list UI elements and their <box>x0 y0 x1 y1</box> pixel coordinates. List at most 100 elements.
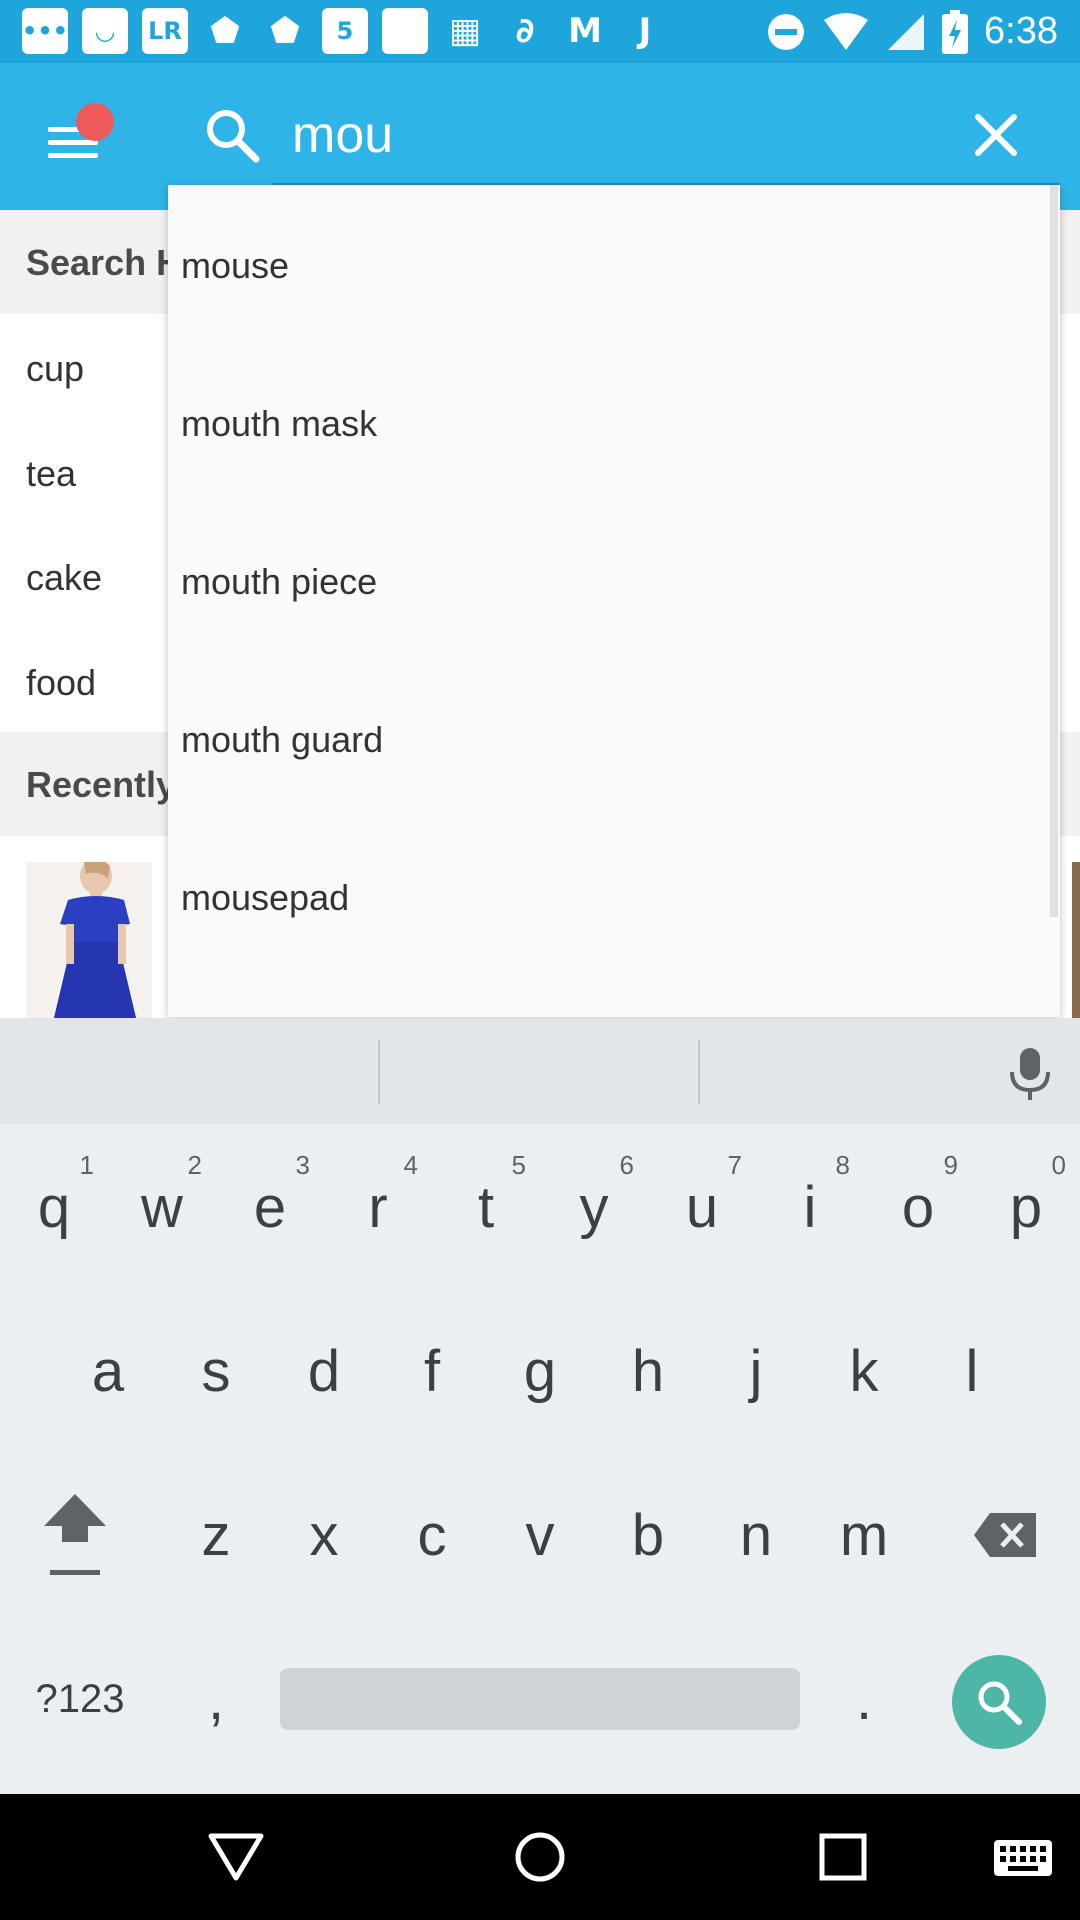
key-label: a <box>91 1338 125 1404</box>
key-label: z <box>201 1502 231 1568</box>
notification-dot <box>76 103 114 141</box>
backspace-icon <box>974 1513 1036 1557</box>
five-app-label: 5 <box>336 17 354 45</box>
key-label: x <box>309 1502 339 1568</box>
key-h[interactable]: h <box>594 1296 702 1446</box>
history-item[interactable]: cup <box>26 348 84 390</box>
key-f[interactable]: f <box>378 1296 486 1446</box>
key-e[interactable]: e3 <box>216 1132 324 1282</box>
suggestion-item[interactable]: mouth guard <box>168 659 1048 817</box>
key-label: h <box>631 1338 665 1404</box>
key-label: o <box>901 1174 935 1240</box>
key-hint: 9 <box>943 1150 958 1180</box>
key-d[interactable]: d <box>270 1296 378 1446</box>
key-p[interactable]: p0 <box>972 1132 1080 1282</box>
symbols-label: ?123 <box>35 1676 125 1721</box>
key-w[interactable]: w2 <box>108 1132 216 1282</box>
key-label: q <box>37 1174 71 1240</box>
key-hint: 1 <box>79 1150 94 1180</box>
key-label: i <box>803 1174 817 1240</box>
key-label: v <box>525 1502 555 1568</box>
home-icon[interactable] <box>505 1822 575 1892</box>
key-label: u <box>685 1174 719 1240</box>
backspace-key[interactable] <box>950 1460 1060 1610</box>
back-icon[interactable] <box>201 1822 271 1892</box>
dropdown-scrollbar[interactable] <box>1050 185 1058 917</box>
key-hint: 4 <box>403 1150 418 1180</box>
space-key[interactable] <box>280 1668 800 1730</box>
key-label: l <box>965 1338 979 1404</box>
key-hint: 8 <box>835 1150 850 1180</box>
recent-product-thumbnail[interactable] <box>26 862 152 1018</box>
key-i[interactable]: i8 <box>756 1132 864 1282</box>
key-t[interactable]: t5 <box>432 1132 540 1282</box>
key-q[interactable]: q1 <box>0 1132 108 1282</box>
key-label: d <box>307 1338 341 1404</box>
search-icon <box>978 1681 1022 1725</box>
j-app-label: J <box>638 11 652 51</box>
close-icon[interactable] <box>966 105 1026 165</box>
key-label: y <box>579 1174 609 1240</box>
history-item[interactable]: food <box>26 662 96 704</box>
strip-divider <box>698 1040 700 1104</box>
recent-product-thumbnail-edge <box>1072 862 1080 1018</box>
status-bar: ••• ◡ LR ⬟ ⬟ 5 ▦ ∂ M J 6:38 <box>0 0 1080 63</box>
key-b[interactable]: b <box>594 1460 702 1610</box>
key-o[interactable]: o9 <box>864 1132 972 1282</box>
search-action-key[interactable] <box>952 1655 1046 1749</box>
period-key[interactable]: . <box>810 1624 918 1774</box>
shift-icon <box>44 1494 106 1575</box>
key-j[interactable]: j <box>702 1296 810 1446</box>
search-input[interactable] <box>292 95 932 175</box>
key-v[interactable]: v <box>486 1460 594 1610</box>
shift-key[interactable] <box>20 1460 130 1610</box>
j-app-icon: J <box>622 8 668 54</box>
search-icon <box>207 110 260 163</box>
key-label: m <box>839 1502 889 1568</box>
link-app-icon: ∂ <box>515 11 535 51</box>
lr-app-label: LR <box>148 17 182 45</box>
menu-line <box>48 153 98 158</box>
period-label: . <box>855 1666 873 1732</box>
key-label: r <box>368 1174 388 1240</box>
chat-icon: ••• <box>22 8 68 54</box>
key-y[interactable]: y6 <box>540 1132 648 1282</box>
do-not-disturb-icon <box>768 13 805 50</box>
key-a[interactable]: a <box>54 1296 162 1446</box>
key-label: k <box>849 1338 879 1404</box>
keyboard-switch-icon[interactable] <box>990 1822 1056 1892</box>
suggestion-item[interactable]: mouth mask <box>168 343 1048 501</box>
key-g[interactable]: g <box>486 1296 594 1446</box>
recents-icon[interactable] <box>808 1822 878 1892</box>
menu-button[interactable] <box>40 103 114 169</box>
smile-app-icon: ◡ <box>82 8 128 54</box>
drive-icon: ⬟ <box>270 11 300 51</box>
microphone-icon[interactable] <box>1000 1044 1060 1104</box>
key-x[interactable]: x <box>270 1460 378 1610</box>
key-hint: 0 <box>1051 1150 1066 1180</box>
key-l[interactable]: l <box>918 1296 1026 1446</box>
key-label: g <box>523 1338 557 1404</box>
key-hint: 6 <box>619 1150 634 1180</box>
suggestion-label: mouth mask <box>181 403 378 444</box>
key-label: c <box>417 1502 447 1568</box>
suggestion-item[interactable]: mouse <box>168 185 1048 343</box>
symbols-key[interactable]: ?123 <box>20 1624 140 1774</box>
history-item[interactable]: cake <box>26 557 102 599</box>
key-k[interactable]: k <box>810 1296 918 1446</box>
suggestion-item[interactable]: mouth piece <box>168 501 1048 659</box>
history-item[interactable]: tea <box>26 453 76 495</box>
m-app-icon: M <box>562 8 608 54</box>
key-z[interactable]: z <box>162 1460 270 1610</box>
key-n[interactable]: n <box>702 1460 810 1610</box>
grid-app-icon: ▦ <box>448 11 482 51</box>
key-c[interactable]: c <box>378 1460 486 1610</box>
comma-key[interactable]: , <box>162 1624 270 1774</box>
key-r[interactable]: r4 <box>324 1132 432 1282</box>
key-m[interactable]: m <box>810 1460 918 1610</box>
lr-app-icon: LR <box>142 8 188 54</box>
key-u[interactable]: u7 <box>648 1132 756 1282</box>
suggestion-label: mouth piece <box>181 561 378 602</box>
key-s[interactable]: s <box>162 1296 270 1446</box>
suggestion-item[interactable]: mousepad <box>168 817 1048 975</box>
